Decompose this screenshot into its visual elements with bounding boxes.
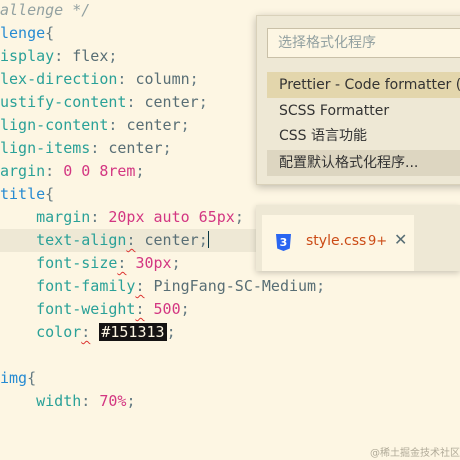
code-property: ustify-content xyxy=(0,93,127,111)
code-property: lign-content xyxy=(0,116,109,134)
code-property: margin xyxy=(36,208,91,226)
code-value: 500 xyxy=(153,300,181,318)
code-line-5: ustify-content: center; xyxy=(0,93,208,111)
code-value: 30px xyxy=(135,254,172,272)
quick-pick-item-configure-default[interactable]: 配置默认格式化程序... xyxy=(267,150,460,176)
css-file-icon: 3 xyxy=(276,234,291,251)
code-value: column xyxy=(135,70,190,88)
code-property: color xyxy=(36,323,82,341)
code-brace: { xyxy=(45,185,55,203)
code-property: text-align xyxy=(36,231,127,249)
code-property: lign-items xyxy=(0,139,91,157)
code-selector: title xyxy=(0,185,46,203)
code-line-15: color: #151313; xyxy=(36,323,176,341)
code-property: width xyxy=(36,392,82,410)
code-line-4: lex-direction: column; xyxy=(0,70,199,88)
code-value: center xyxy=(144,93,199,111)
code-brace: { xyxy=(45,24,55,42)
code-value: 20px auto 65px xyxy=(108,208,235,226)
code-value: center xyxy=(126,116,181,134)
code-selector: img xyxy=(0,369,28,387)
code-property: lex-direction xyxy=(0,70,118,88)
code-line-7: lign-items: center; xyxy=(0,139,172,157)
code-line-10: margin: 20px auto 65px; xyxy=(36,208,244,226)
code-comment: allenge */ xyxy=(0,1,91,19)
code-property: argin xyxy=(0,162,46,180)
code-property: font-size xyxy=(36,254,118,272)
code-value: center xyxy=(108,139,163,157)
code-line-18: width: 70%; xyxy=(36,392,136,410)
editor-tab-bar: 3 style.css 9+ ✕ xyxy=(256,205,460,271)
code-value: flex xyxy=(72,47,109,65)
tab-style-css[interactable]: 3 style.css 9+ ✕ xyxy=(262,215,414,271)
code-line-6: lign-content: center; xyxy=(0,116,190,134)
code-line-14: font-weight: 500; xyxy=(36,300,190,318)
close-icon[interactable]: ✕ xyxy=(394,230,407,249)
text-cursor xyxy=(207,231,209,248)
code-value: 0 0 8rem xyxy=(63,162,136,180)
watermark: @稀土掘金技术社区 xyxy=(370,448,460,459)
quick-pick-input[interactable]: 选择格式化程序 xyxy=(267,28,460,58)
code-selector: lenge xyxy=(0,24,46,42)
code-brace: { xyxy=(27,369,37,387)
quick-pick-item-css-language[interactable]: CSS 语言功能 xyxy=(267,123,460,149)
problem-count-badge: 9+ xyxy=(368,234,388,249)
code-value: 70% xyxy=(99,392,127,410)
code-line-13: font-family: PingFang-SC-Medium; xyxy=(36,277,326,295)
code-line-12: font-size: 30px; xyxy=(36,254,181,272)
code-line-1: allenge */ xyxy=(0,0,90,22)
code-line-3: isplay: flex; xyxy=(0,47,118,65)
code-line-9: title{ xyxy=(0,183,54,206)
code-property: font-family xyxy=(36,277,136,295)
code-property: font-weight xyxy=(36,300,136,318)
code-line-17: img{ xyxy=(0,367,36,390)
formatter-quick-pick: 选择格式化程序 Prettier - Code formatter ( SCSS… xyxy=(256,15,460,185)
code-line-8: argin: 0 0 8rem; xyxy=(0,162,145,180)
code-value: center xyxy=(144,231,199,249)
code-line-2: lenge{ xyxy=(0,22,54,45)
code-property: isplay xyxy=(0,47,55,65)
quick-pick-item-scss-formatter[interactable]: SCSS Formatter xyxy=(267,98,460,124)
code-value: PingFang-SC-Medium xyxy=(153,277,317,295)
quick-pick-item-prettier[interactable]: Prettier - Code formatter ( xyxy=(267,72,460,98)
color-value-highlight: #151313 xyxy=(99,323,167,341)
tab-filename: style.css xyxy=(306,233,367,249)
